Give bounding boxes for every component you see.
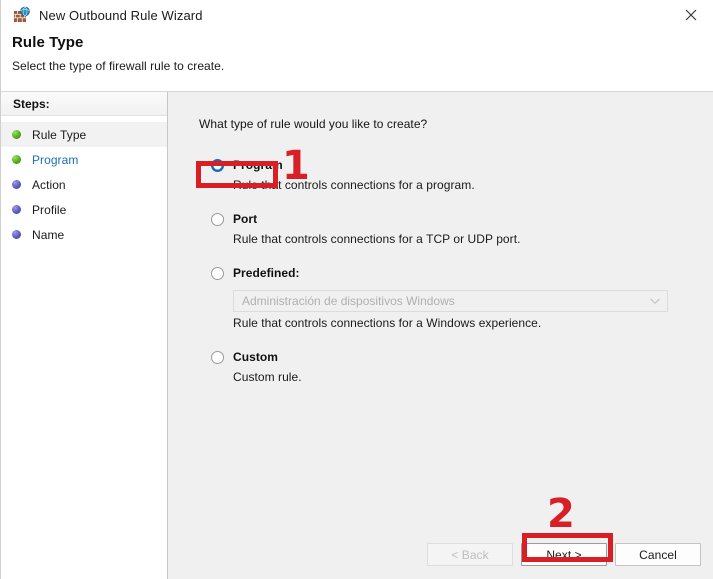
back-button[interactable]: < Back <box>427 543 513 566</box>
radio-port[interactable] <box>211 212 224 226</box>
wizard-window: New Outbound Rule Wizard Rule Type Selec… <box>0 0 713 579</box>
steps-heading: Steps: <box>1 92 167 116</box>
close-icon[interactable] <box>668 0 713 30</box>
page-header: Rule Type Select the type of firewall ru… <box>1 30 713 92</box>
sidebar-item-action[interactable]: Action <box>1 172 167 197</box>
option-label: Predefined: <box>233 266 300 280</box>
main-content: What type of rule would you like to crea… <box>168 92 713 579</box>
form-question: What type of rule would you like to crea… <box>199 117 428 131</box>
page-title: Rule Type <box>12 34 84 51</box>
page-subtitle: Select the type of firewall rule to crea… <box>12 59 225 73</box>
radio-custom[interactable] <box>211 350 224 364</box>
option-label: Program <box>233 158 283 172</box>
option-predefined[interactable]: Predefined: Administración de dispositiv… <box>199 264 713 330</box>
step-dot-green-icon <box>12 155 21 164</box>
sidebar-item-label: Profile <box>32 202 67 217</box>
option-description: Rule that controls connections for a Win… <box>233 316 542 330</box>
firewall-globe-icon <box>13 6 31 24</box>
rule-type-form: What type of rule would you like to crea… <box>168 92 713 506</box>
predefined-dropdown[interactable]: Administración de dispositivos Windows <box>233 290 668 312</box>
option-label: Custom <box>233 350 278 364</box>
sidebar-item-name[interactable]: Name <box>1 222 167 247</box>
option-custom[interactable]: Custom Custom rule. <box>199 348 713 384</box>
option-description: Custom rule. <box>233 370 302 384</box>
option-port[interactable]: Port Rule that controls connections for … <box>199 210 713 246</box>
sidebar-item-profile[interactable]: Profile <box>1 197 167 222</box>
wizard-body: Steps: Rule Type Program Action Profile <box>1 92 713 579</box>
radio-program[interactable] <box>211 158 224 172</box>
next-button[interactable]: Next > <box>521 543 607 566</box>
sidebar-item-rule-type[interactable]: Rule Type <box>1 122 167 147</box>
step-dot-blue-icon <box>12 205 21 214</box>
chevron-down-icon <box>649 294 661 308</box>
sidebar-item-label: Action <box>32 177 66 192</box>
sidebar-item-label: Rule Type <box>32 127 87 142</box>
wizard-footer: < Back Next > Cancel <box>168 506 713 579</box>
option-label: Port <box>233 212 258 226</box>
sidebar-item-program[interactable]: Program <box>1 147 167 172</box>
sidebar-item-label: Program <box>32 152 79 167</box>
steps-list: Rule Type Program Action Profile Name <box>1 116 167 247</box>
title-bar: New Outbound Rule Wizard <box>1 0 713 30</box>
option-description: Rule that controls connections for a TCP… <box>233 232 521 246</box>
sidebar-item-label: Name <box>32 227 65 242</box>
option-program[interactable]: Program Rule that controls connections f… <box>199 156 713 192</box>
step-dot-green-icon <box>12 130 21 139</box>
radio-predefined[interactable] <box>211 266 224 280</box>
step-dot-blue-icon <box>12 230 21 239</box>
predefined-dropdown-value: Administración de dispositivos Windows <box>242 294 455 308</box>
cancel-button[interactable]: Cancel <box>615 543 701 566</box>
option-description: Rule that controls connections for a pro… <box>233 178 475 192</box>
step-dot-blue-icon <box>12 180 21 189</box>
window-title: New Outbound Rule Wizard <box>39 7 203 23</box>
button-row: < Back Next > Cancel <box>427 543 701 566</box>
steps-sidebar: Steps: Rule Type Program Action Profile <box>1 92 168 579</box>
